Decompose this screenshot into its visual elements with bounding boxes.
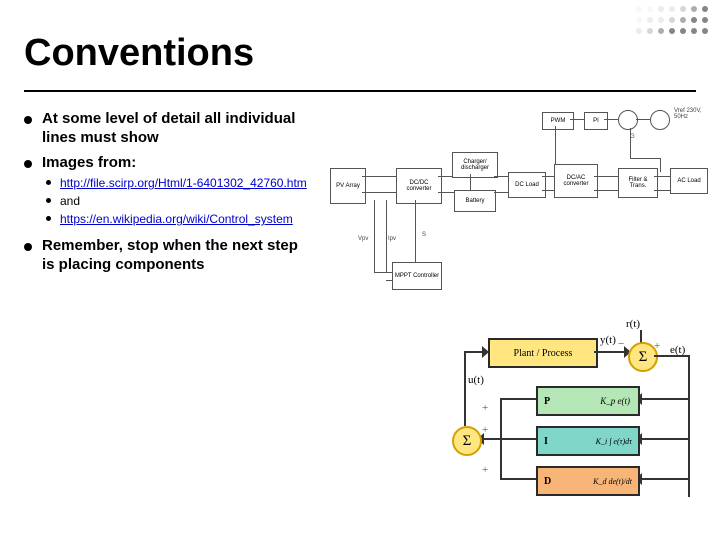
sub-link-2: https://en.wikipedia.org/wiki/Control_sy… — [42, 212, 314, 227]
box-plant: Plant / Process — [488, 338, 598, 368]
box-dcac: DC/AC converter — [554, 164, 598, 198]
box-battery: Battery — [454, 190, 496, 212]
box-charger: Charger/ discharger — [452, 152, 498, 178]
summing-node-icon — [618, 110, 638, 130]
plus-p: + — [482, 402, 488, 414]
minus-sign-1: − — [618, 338, 624, 350]
lbl-vref: Vref 230V, 50Hz — [674, 108, 714, 120]
p-label: P — [544, 396, 550, 407]
bullet-body: At some level of detail all individual l… — [24, 110, 314, 281]
hr-divider — [24, 90, 696, 92]
sub-and: and — [42, 194, 314, 209]
bullet-3: Remember, stop when the next step is pla… — [24, 237, 314, 275]
i-expr: K_i ∫ e(τ)dτ — [596, 437, 632, 446]
lbl-u: u(t) — [468, 374, 484, 386]
box-d: D K_d de(t)/dt — [536, 466, 640, 496]
box-acload: AC Load — [670, 168, 708, 194]
box-pwm: PWM — [542, 112, 574, 130]
lbl-r: r(t) — [626, 318, 640, 330]
bullet-2-label: Images from: — [42, 154, 136, 171]
box-i: I K_i ∫ e(τ)dτ — [536, 426, 640, 456]
link-wikipedia[interactable]: https://en.wikipedia.org/wiki/Control_sy… — [60, 212, 293, 226]
bullet-2: Images from: http://file.scirp.org/Html/… — [24, 154, 314, 228]
d-expr: K_d de(t)/dt — [593, 477, 632, 486]
box-filter: Filter & Trans. — [618, 168, 658, 198]
link-scirp[interactable]: http://file.scirp.org/Html/1-6401302_427… — [60, 176, 307, 190]
pid-diagram: r(t) Plant / Process y(t) Σ − + e(t) P K… — [440, 320, 700, 520]
d-label: D — [544, 476, 551, 487]
box-dcload: DC Load — [508, 172, 546, 198]
plus-d: + — [482, 464, 488, 476]
generator-icon — [650, 110, 670, 130]
lbl-s: S — [422, 232, 426, 238]
p-expr: K_p e(t) — [600, 396, 630, 406]
lbl-y: y(t) — [600, 334, 616, 346]
plus-i: + — [482, 424, 488, 436]
bullet-1: At some level of detail all individual l… — [24, 110, 314, 148]
box-dcdc: DC/DC converter — [396, 168, 442, 204]
box-pv-array: PV Array — [330, 168, 366, 204]
sigma-icon: Σ — [639, 349, 648, 366]
decor-dot-grid — [636, 6, 710, 36]
sigma-icon-2: Σ — [463, 433, 472, 450]
box-mppt: MPPT Controller — [392, 262, 442, 290]
lbl-vpv: Vpv — [358, 236, 368, 242]
pv-system-schematic: PWM PI Vref 230V, 50Hz G PV Array DC/DC … — [330, 112, 706, 302]
i-label: I — [544, 436, 548, 447]
box-pi: PI — [584, 112, 608, 130]
box-p: P K_p e(t) — [536, 386, 640, 416]
sum-pid: Σ — [452, 426, 482, 456]
sub-link-1: http://file.scirp.org/Html/1-6401302_427… — [42, 176, 314, 191]
plus-sign-r: + — [654, 340, 660, 352]
slide-title: Conventions — [24, 32, 254, 75]
lbl-ipv: Ipv — [388, 236, 396, 242]
